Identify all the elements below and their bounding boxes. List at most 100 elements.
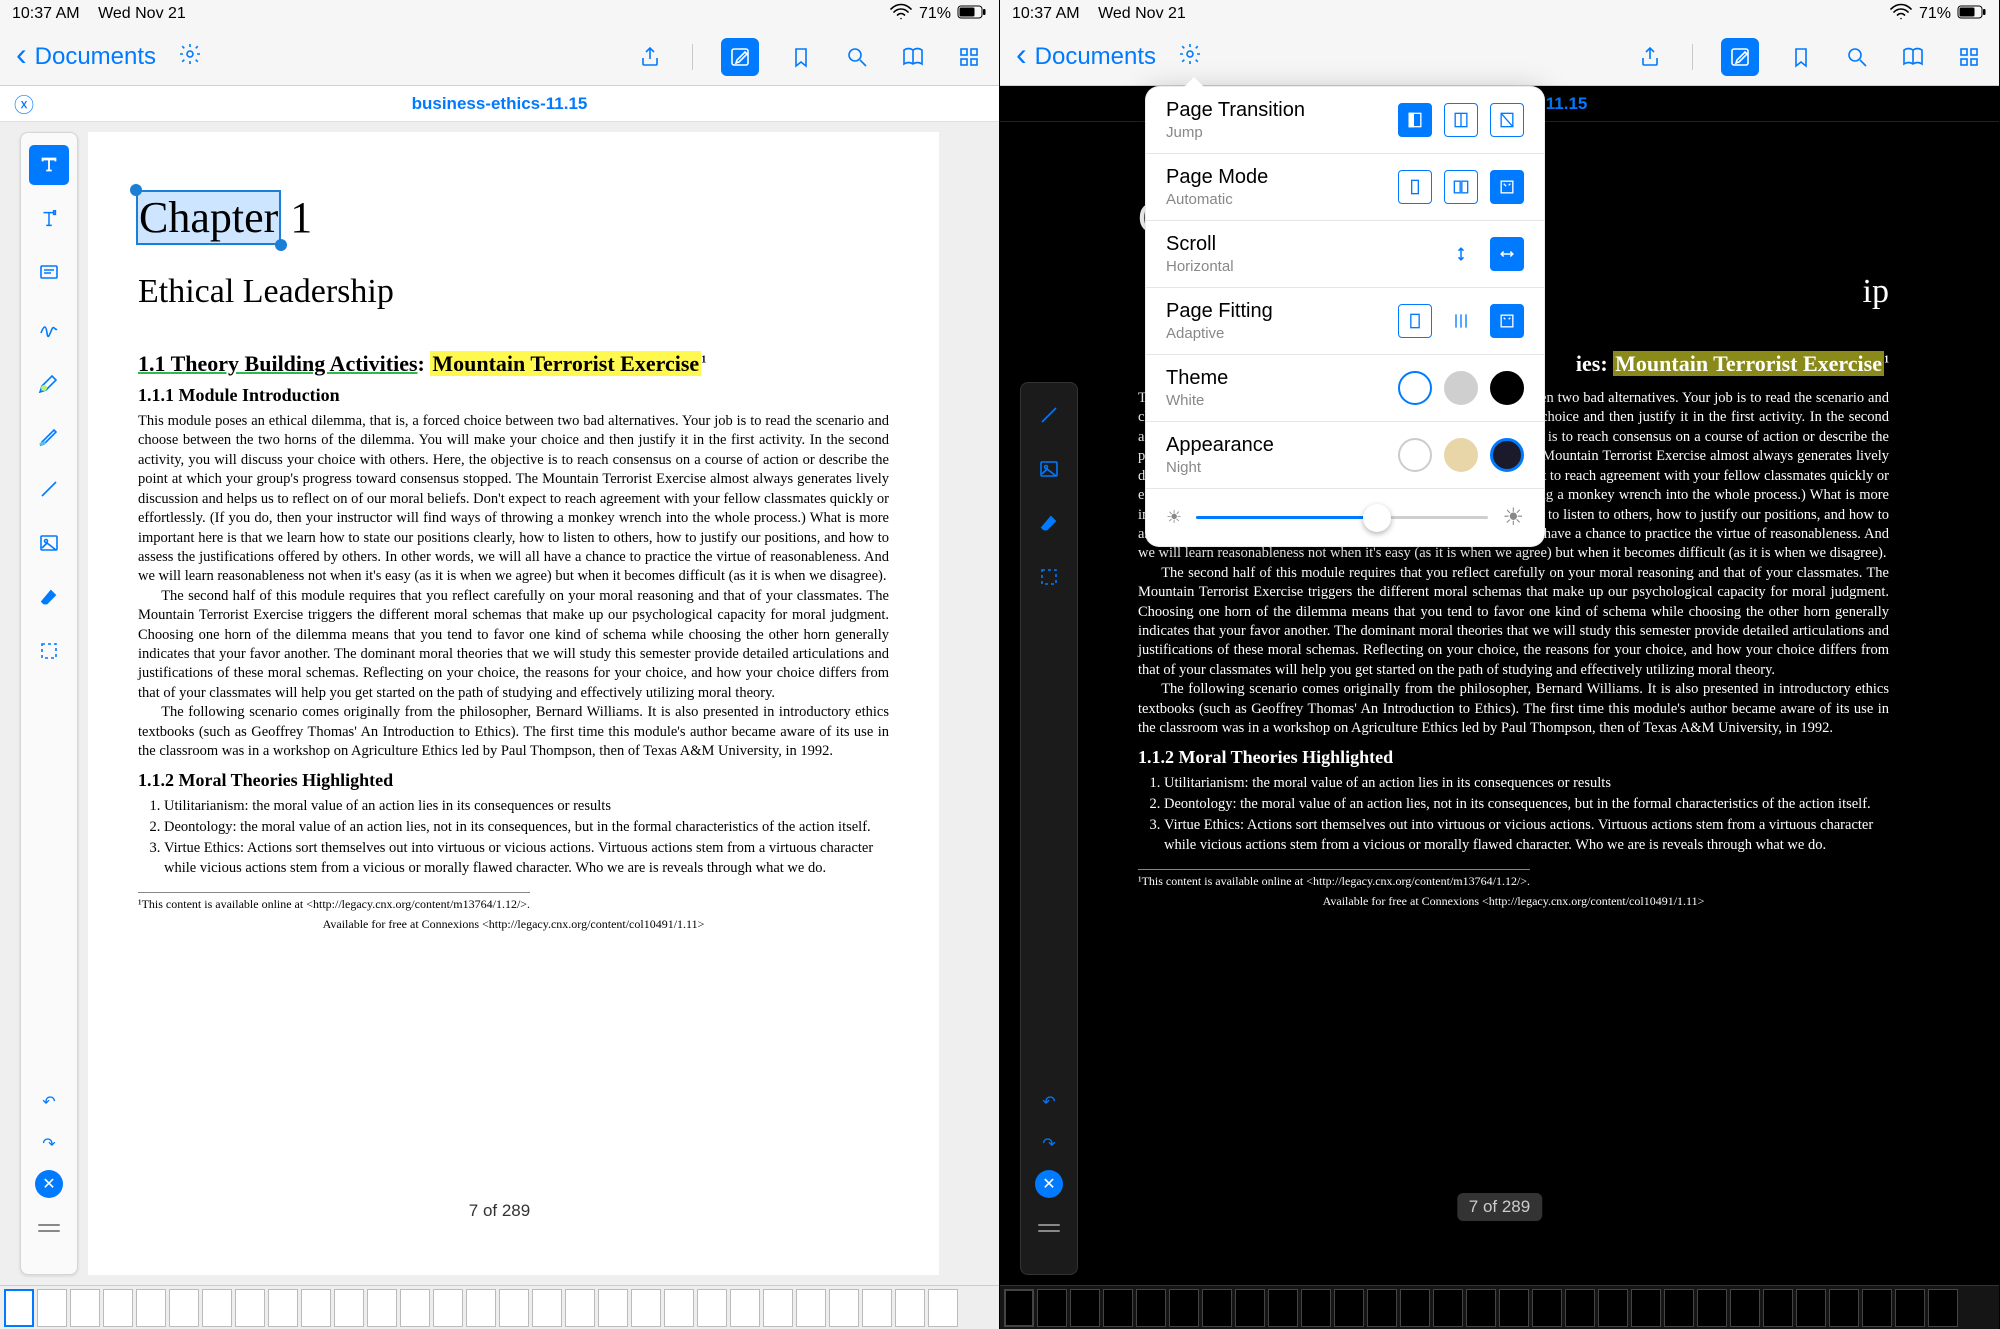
share-icon[interactable] — [636, 43, 664, 71]
thumbnail[interactable] — [1367, 1289, 1397, 1327]
theme-white-button[interactable] — [1398, 371, 1432, 405]
close-toolbar-button[interactable]: ✕ — [1035, 1170, 1063, 1198]
thumbnail[interactable] — [631, 1289, 661, 1327]
redo-icon[interactable]: ↷ — [29, 1128, 69, 1160]
theme-black-button[interactable] — [1490, 371, 1524, 405]
thumbnail[interactable] — [1202, 1289, 1232, 1327]
thumbnail[interactable] — [895, 1289, 925, 1327]
thumbnail[interactable] — [862, 1289, 892, 1327]
mode-double-button[interactable] — [1444, 170, 1478, 204]
thumbnail[interactable] — [1301, 1289, 1331, 1327]
fit-width-button[interactable] — [1444, 304, 1478, 338]
thumbnail[interactable] — [499, 1289, 529, 1327]
mode-single-button[interactable] — [1398, 170, 1432, 204]
thumbnail[interactable] — [1895, 1289, 1925, 1327]
selection-handle-end[interactable] — [275, 239, 287, 251]
thumbnail[interactable] — [1037, 1289, 1067, 1327]
appearance-night-button[interactable] — [1490, 438, 1524, 472]
thumbnail[interactable] — [1796, 1289, 1826, 1327]
transition-jump-button[interactable] — [1398, 103, 1432, 137]
thumbnail[interactable] — [400, 1289, 430, 1327]
selection-rect-tool[interactable] — [29, 631, 69, 671]
thumbnail[interactable] — [1268, 1289, 1298, 1327]
page-canvas[interactable]: Chapter 1 Ethical Leadership 1.1 Theory … — [88, 132, 939, 1275]
scroll-vertical-button[interactable] — [1444, 237, 1478, 271]
thumbnail[interactable] — [565, 1289, 595, 1327]
line-tool[interactable] — [29, 469, 69, 509]
thumbnail[interactable] — [1730, 1289, 1760, 1327]
settings-gear-icon[interactable] — [178, 42, 202, 72]
transition-curl-button[interactable] — [1444, 103, 1478, 137]
annotate-button[interactable] — [721, 38, 759, 76]
thumbnail[interactable] — [1532, 1289, 1562, 1327]
close-tab-icon[interactable]: ⓧ — [14, 89, 34, 118]
appearance-sepia-button[interactable] — [1444, 438, 1478, 472]
thumbnail[interactable] — [1136, 1289, 1166, 1327]
thumbnail[interactable] — [1070, 1289, 1100, 1327]
thumbnail[interactable] — [334, 1289, 364, 1327]
thumbnail[interactable] — [598, 1289, 628, 1327]
scroll-horizontal-button[interactable] — [1490, 237, 1524, 271]
thumbnail[interactable] — [928, 1289, 958, 1327]
brightness-slider[interactable] — [1196, 516, 1488, 519]
outline-icon[interactable] — [1899, 43, 1927, 71]
theme-gray-button[interactable] — [1444, 371, 1478, 405]
thumbnail[interactable] — [1103, 1289, 1133, 1327]
signature-tool[interactable] — [29, 307, 69, 347]
thumbnail[interactable] — [1862, 1289, 1892, 1327]
text-select-tool[interactable] — [29, 145, 69, 185]
thumbnail[interactable] — [1631, 1289, 1661, 1327]
thumbnail[interactable] — [268, 1289, 298, 1327]
text-tool[interactable] — [29, 199, 69, 239]
thumbnail[interactable] — [37, 1289, 67, 1327]
eraser-tool[interactable] — [29, 577, 69, 617]
eraser-tool[interactable] — [1029, 503, 1069, 543]
thumbnail[interactable] — [202, 1289, 232, 1327]
thumbnail-strip[interactable] — [1000, 1285, 1999, 1329]
thumbnail[interactable] — [796, 1289, 826, 1327]
undo-icon[interactable]: ↶ — [1029, 1086, 1069, 1118]
search-icon[interactable] — [843, 43, 871, 71]
brightness-knob[interactable] — [1363, 504, 1391, 532]
highlighter-tool[interactable] — [29, 361, 69, 401]
thumbnail[interactable] — [136, 1289, 166, 1327]
thumbnail[interactable] — [1664, 1289, 1694, 1327]
thumbnail[interactable] — [235, 1289, 265, 1327]
annotate-button[interactable] — [1721, 38, 1759, 76]
thumbnail[interactable] — [1235, 1289, 1265, 1327]
thumbnail[interactable] — [1565, 1289, 1595, 1327]
mode-auto-button[interactable] — [1490, 170, 1524, 204]
thumbnail[interactable] — [1697, 1289, 1727, 1327]
back-documents-button[interactable]: Documents — [35, 43, 156, 71]
thumbnail[interactable] — [1466, 1289, 1496, 1327]
thumbnail[interactable] — [763, 1289, 793, 1327]
selection-rect-tool[interactable] — [1029, 557, 1069, 597]
thumbnail[interactable] — [1829, 1289, 1859, 1327]
image-tool[interactable] — [1029, 449, 1069, 489]
thumbnail[interactable] — [1598, 1289, 1628, 1327]
bookmark-icon[interactable] — [1787, 43, 1815, 71]
thumbnail[interactable] — [1334, 1289, 1364, 1327]
bookmark-icon[interactable] — [787, 43, 815, 71]
thumbnails-icon[interactable] — [1955, 43, 1983, 71]
thumbnail[interactable] — [169, 1289, 199, 1327]
close-toolbar-button[interactable]: ✕ — [35, 1170, 63, 1198]
thumbnail[interactable] — [4, 1289, 34, 1327]
thumbnail[interactable] — [70, 1289, 100, 1327]
document-title[interactable]: business-ethics-11.15 — [412, 94, 588, 114]
back-documents-button[interactable]: Documents — [1035, 43, 1156, 71]
thumbnail[interactable] — [466, 1289, 496, 1327]
thumbnail[interactable] — [1763, 1289, 1793, 1327]
thumbnail[interactable] — [664, 1289, 694, 1327]
image-tool[interactable] — [29, 523, 69, 563]
thumbnail-strip[interactable] — [0, 1285, 999, 1329]
redo-icon[interactable]: ↷ — [1029, 1128, 1069, 1160]
thumbnail[interactable] — [1499, 1289, 1529, 1327]
transition-scroll-button[interactable] — [1490, 103, 1524, 137]
thumbnail[interactable] — [103, 1289, 133, 1327]
thumbnail[interactable] — [1004, 1289, 1034, 1327]
line-tool[interactable] — [1029, 395, 1069, 435]
drag-handle-icon[interactable] — [29, 1208, 69, 1248]
thumbnails-icon[interactable] — [955, 43, 983, 71]
thumbnail[interactable] — [1169, 1289, 1199, 1327]
